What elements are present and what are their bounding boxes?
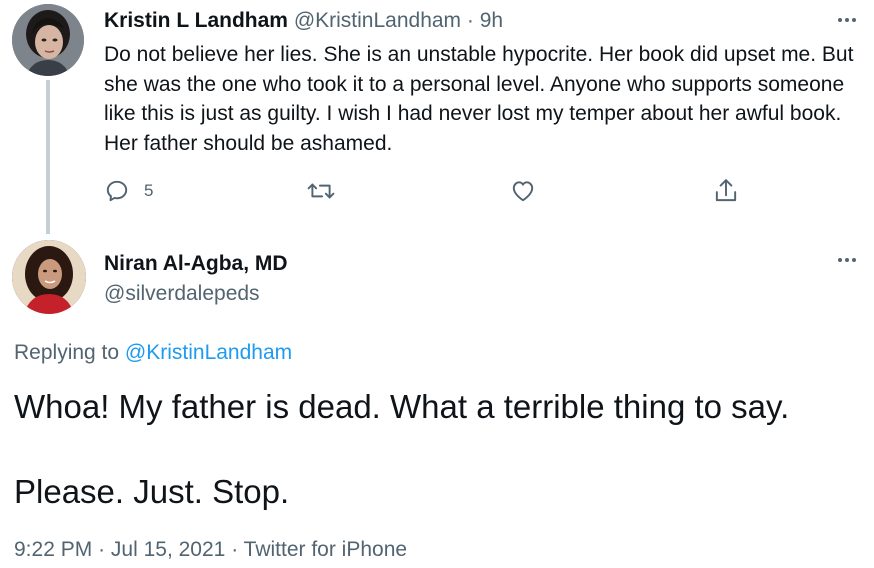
- display-name[interactable]: Kristin L Landham: [104, 9, 288, 32]
- separator: ·: [466, 9, 474, 32]
- handle[interactable]: @KristinLandham: [294, 9, 461, 32]
- avatar[interactable]: [12, 240, 86, 314]
- tweet-header: Kristin L Landham @KristinLandham · 9h: [104, 8, 503, 34]
- display-name[interactable]: Niran Al-Agba, MD: [104, 252, 288, 275]
- timestamp[interactable]: 9h: [480, 9, 503, 32]
- tweet-text: Do not believe her lies. She is an unsta…: [104, 43, 854, 155]
- handle-line: @silverdalepeds: [104, 281, 260, 307]
- more-icon[interactable]: [832, 10, 862, 30]
- reply-count: 5: [144, 181, 154, 200]
- tweet-time[interactable]: 9:22 PM: [14, 538, 92, 561]
- share-icon: [715, 179, 737, 202]
- like-button[interactable]: [510, 176, 536, 206]
- heart-icon: [512, 181, 534, 202]
- tweet-meta: 9:22 PM · Jul 15, 2021 · Twitter for iPh…: [14, 537, 407, 563]
- more-icon[interactable]: [832, 250, 862, 270]
- parent-tweet[interactable]: Kristin L Landham @KristinLandham · 9h D…: [0, 0, 874, 240]
- reply-icon: [106, 180, 128, 202]
- avatar-photo: [12, 240, 86, 314]
- tweet-header: Niran Al-Agba, MD: [104, 251, 288, 277]
- retweet-icon: [307, 183, 335, 199]
- tweet-date[interactable]: Jul 15, 2021: [111, 538, 225, 561]
- handle[interactable]: @silverdalepeds: [104, 282, 260, 305]
- replying-to-link[interactable]: @KristinLandham: [125, 341, 292, 364]
- thread-line: [46, 80, 50, 234]
- share-button[interactable]: [713, 176, 739, 206]
- tweet-actions: 5: [104, 176, 764, 206]
- avatar-photo: [12, 4, 84, 76]
- separator: ·: [98, 538, 106, 561]
- separator: ·: [231, 538, 239, 561]
- replying-to: Replying to @KristinLandham: [14, 340, 292, 366]
- tweet-source[interactable]: Twitter for iPhone: [244, 538, 407, 561]
- avatar[interactable]: [12, 4, 84, 76]
- tweet-text-line-1: Whoa! My father is dead. What a terrible…: [14, 388, 790, 425]
- retweet-button[interactable]: [307, 176, 335, 206]
- reply-button[interactable]: 5: [104, 176, 153, 206]
- main-tweet[interactable]: Niran Al-Agba, MD @silverdalepeds Replyi…: [0, 236, 874, 568]
- tweet-text-line-2: Please. Just. Stop.: [14, 473, 290, 510]
- replying-prefix: Replying to: [14, 341, 120, 364]
